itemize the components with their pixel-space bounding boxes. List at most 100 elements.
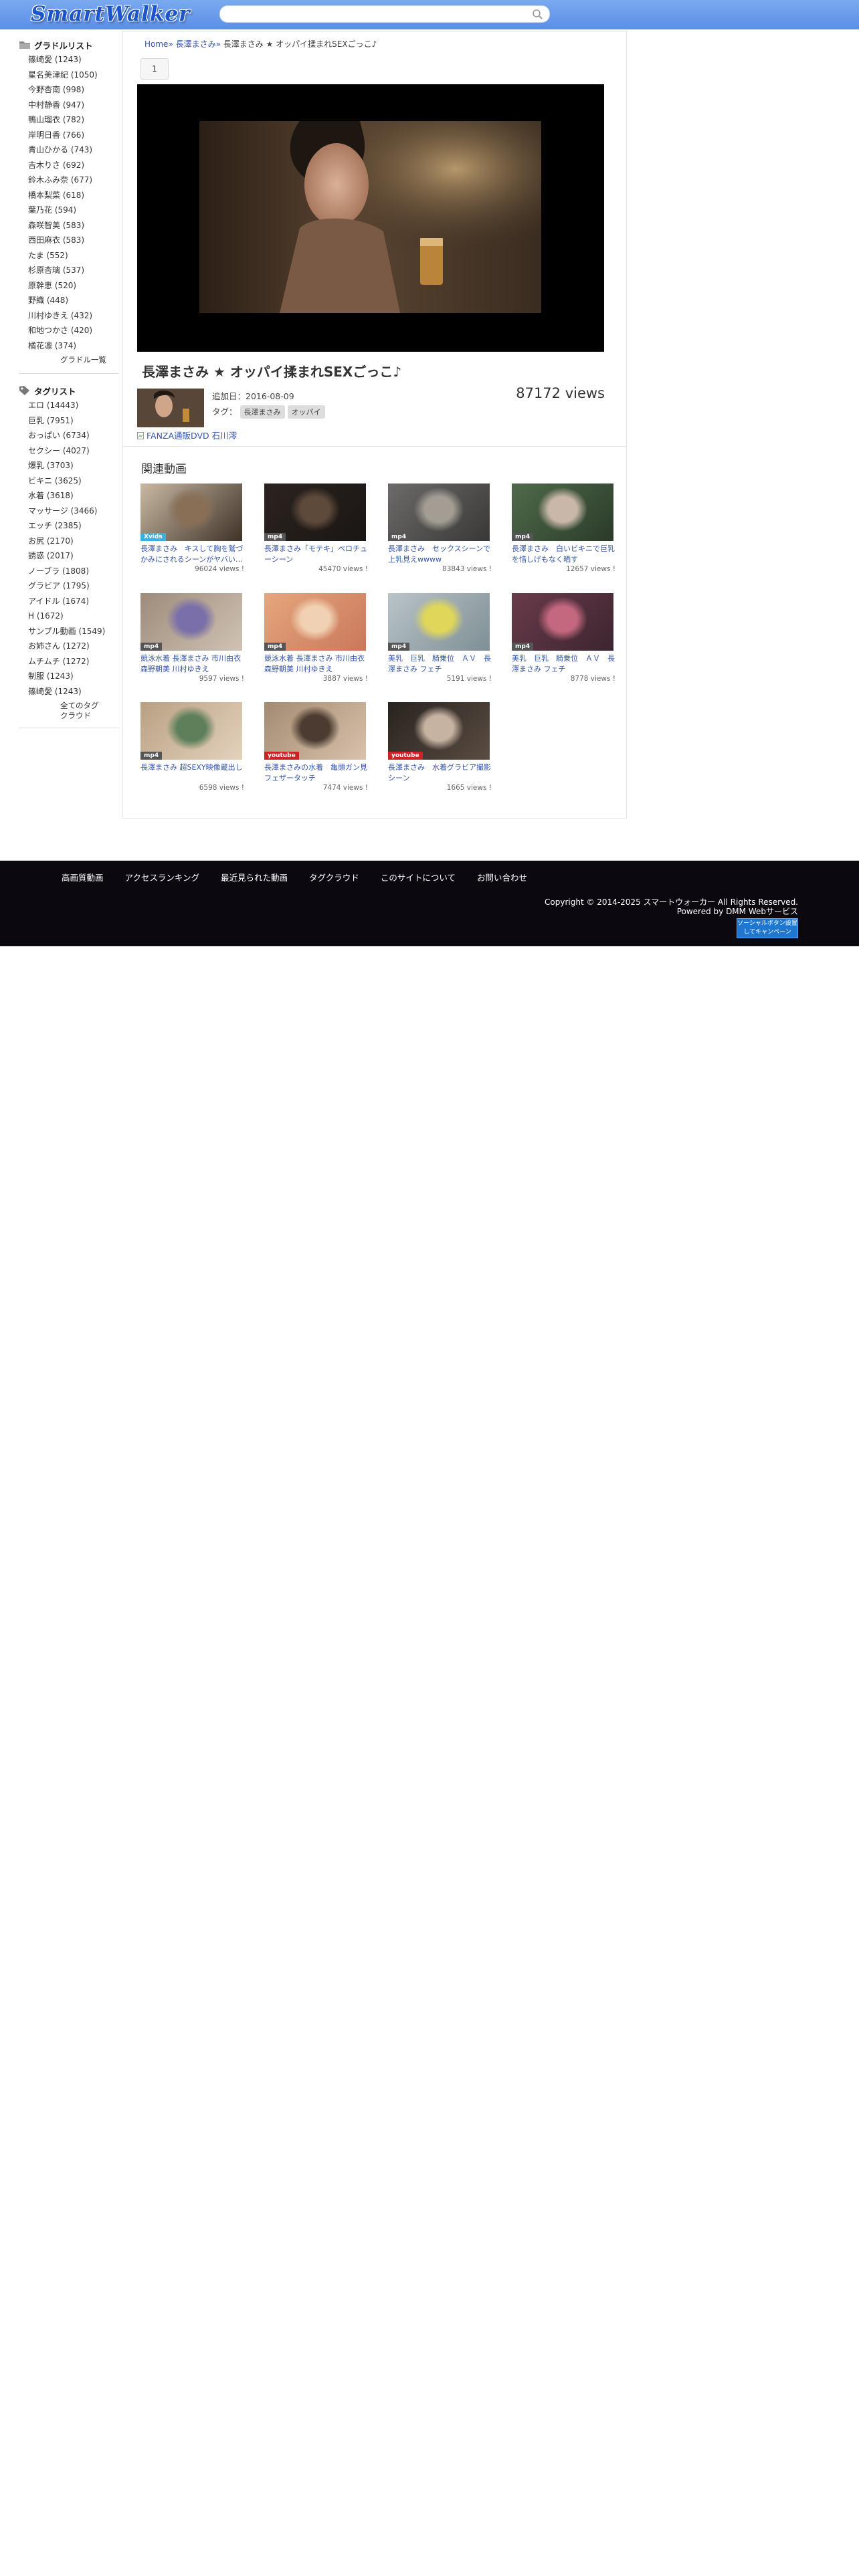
related-video-card[interactable]: youtube 長澤まさみ 水着グラビア撮影シーン 1665 views ! (388, 702, 492, 792)
gravure-list-item[interactable]: 原幹恵 (520) (28, 278, 119, 294)
related-video-thumbnail[interactable]: mp4 (264, 593, 366, 651)
tag-pill[interactable]: オッパイ (287, 405, 325, 419)
gravure-list-item[interactable]: 杉原杏璃 (537) (28, 263, 119, 278)
related-video-caption[interactable]: 長澤まさみ「モテキ」ベロチューシーン (264, 544, 368, 564)
site-footer: 高画質動画 アクセスランキング 最近見られた動画 タグクラウド このサイトについて お問い… (0, 861, 859, 946)
tag-list-item[interactable]: お尻 (2170) (28, 534, 119, 549)
footer-nav-link[interactable]: タグクラウド (309, 873, 359, 883)
tag-list-item[interactable]: マッサージ (3466) (28, 504, 119, 519)
video-player[interactable] (137, 84, 604, 352)
related-video-caption[interactable]: 長澤まさみ 水着グラビア撮影シーン (388, 762, 492, 783)
gravure-list-item[interactable]: 葉乃花 (594) (28, 203, 119, 218)
related-video-thumbnail[interactable]: mp4 (512, 484, 613, 541)
gravure-list-item[interactable]: 和地つかさ (420) (28, 323, 119, 338)
ad-banner-link[interactable]: FANZA通販DVD 石川澪 (137, 429, 237, 441)
footer-nav-link[interactable]: アクセスランキング (125, 873, 200, 883)
related-video-thumbnail[interactable]: youtube (264, 702, 366, 760)
related-video-views: 5191 views ! (446, 675, 492, 683)
search-button[interactable] (531, 7, 545, 21)
tag-list-item[interactable]: ビキニ (3625) (28, 473, 119, 489)
related-video-card[interactable]: mp4 長澤まさみ 超SEXY映像蔵出し 6598 views ! (140, 702, 244, 792)
related-video-thumbnail[interactable]: mp4 (512, 593, 613, 651)
gravure-list-item[interactable]: 篠崎愛 (1243) (28, 52, 119, 68)
gravure-list-item[interactable]: 橘花凛 (374) (28, 338, 119, 354)
gravure-list-item[interactable]: 森咲智美 (583) (28, 218, 119, 233)
tag-list-item[interactable]: ムチムチ (1272) (28, 654, 119, 669)
gravure-list-item[interactable]: 星名美津紀 (1050) (28, 68, 119, 83)
related-video-thumbnail[interactable]: Xvids (140, 484, 242, 541)
related-video-thumbnail[interactable]: mp4 (140, 593, 242, 651)
gravure-list-item[interactable]: 橋本梨菜 (618) (28, 188, 119, 203)
related-video-caption[interactable]: 長澤まさみ セックスシーンで上乳見えwwww (388, 544, 492, 564)
related-video-caption[interactable]: 競泳水着 長澤まさみ 市川由衣 森野朝美 川村ゆきえ (264, 653, 368, 674)
related-video-caption[interactable]: 長澤まさみ 超SEXY映像蔵出し (140, 762, 244, 783)
tag-list-item[interactable]: サンプル動画 (1549) (28, 624, 119, 639)
search-input[interactable] (228, 7, 525, 22)
related-video-card[interactable]: mp4 長澤まさみ「モテキ」ベロチューシーン 45470 views ! (264, 484, 368, 573)
gravure-list-item[interactable]: 青山ひかる (743) (28, 142, 119, 158)
gravure-list-item[interactable]: 鴨山瑠衣 (782) (28, 112, 119, 128)
site-logo[interactable]: SmartWalker (31, 2, 190, 26)
all-tags-link[interactable]: 全てのタグクラウド (19, 701, 102, 721)
related-video-thumbnail[interactable]: mp4 (388, 484, 490, 541)
related-video-caption[interactable]: 美乳 巨乳 騎乗位 ＡＶ 長澤まさみ フェチ (512, 653, 615, 674)
breadcrumb-home[interactable]: Home» (145, 39, 173, 49)
tag-list-item[interactable]: おっぱい (6734) (28, 428, 119, 443)
related-video-thumbnail[interactable]: mp4 (264, 484, 366, 541)
gravure-list-item[interactable]: 吉木りさ (692) (28, 158, 119, 173)
gravure-list-item[interactable]: たま (552) (28, 248, 119, 263)
related-video-thumbnail[interactable]: mp4 (388, 593, 490, 651)
tag-list-item[interactable]: ノーブラ (1808) (28, 564, 119, 579)
powered-by-text[interactable]: Powered by DMM Webサービス (545, 907, 798, 916)
tag-list-item[interactable]: 篠崎愛 (1243) (28, 684, 119, 700)
gravure-list-item[interactable]: 川村ゆきえ (432) (28, 308, 119, 324)
video-thumbnail[interactable] (137, 389, 204, 427)
related-video-card[interactable]: mp4 競泳水着 長澤まさみ 市川由衣 森野朝美 川村ゆきえ 3887 views … (264, 593, 368, 683)
footer-nav-link[interactable]: 最近見られた動画 (221, 873, 288, 883)
video-frame[interactable] (199, 121, 541, 313)
tag-list-item[interactable]: グラビア (1795) (28, 578, 119, 594)
related-video-card[interactable]: mp4 競泳水着 長澤まさみ 市川由衣 森野朝美 川村ゆきえ 9597 views … (140, 593, 244, 683)
related-video-card[interactable]: youtube 長澤まさみの水着 亀頭ガン見フェザータッチ 7474 views ! (264, 702, 368, 792)
tag-list-item[interactable]: H (1672) (28, 609, 119, 624)
related-video-caption[interactable]: 長澤まさみ 白いビキニで巨乳を惜しげもなく晒す (512, 544, 615, 564)
footer-nav-link[interactable]: お問い合わせ (477, 873, 527, 883)
tag-list-item[interactable]: 制服 (1243) (28, 669, 119, 684)
related-video-caption[interactable]: 長澤まさみの水着 亀頭ガン見フェザータッチ (264, 762, 368, 783)
tag-list-item[interactable]: エロ (14443) (28, 398, 119, 413)
breadcrumb-actress[interactable]: 長澤まさみ» (176, 39, 221, 49)
gravure-list-item[interactable]: 岸明日香 (766) (28, 128, 119, 143)
tag-list-item[interactable]: エッチ (2385) (28, 518, 119, 534)
gravure-list-item[interactable]: 中村静香 (947) (28, 98, 119, 113)
tag-list-item[interactable]: 水着 (3618) (28, 488, 119, 504)
tag-list-item[interactable]: 爆乳 (3703) (28, 458, 119, 473)
tag-list-item[interactable]: 誘惑 (2017) (28, 548, 119, 564)
related-video-card[interactable]: mp4 美乳 巨乳 騎乗位 ＡＶ 長澤まさみ フェチ 8778 views ! (512, 593, 615, 683)
related-video-thumbnail[interactable]: youtube (388, 702, 490, 760)
related-video-card[interactable]: mp4 長澤まさみ セックスシーンで上乳見えwwww 83843 views ! (388, 484, 492, 573)
tag-list-item[interactable]: アイドル (1674) (28, 594, 119, 609)
related-video-thumbnail[interactable]: mp4 (140, 702, 242, 760)
related-video-caption[interactable]: 美乳 巨乳 騎乗位 ＡＶ 長澤まさみ フェチ (388, 653, 492, 674)
dmm-campaign-badge[interactable]: ソーシャルボタン設置 してキャンペーン (737, 918, 798, 938)
related-video-caption[interactable]: 長澤まさみ キスして胸を鷲づかみにされるシーンがヤバい… (140, 544, 244, 564)
tag-pill[interactable]: 長澤まさみ (240, 405, 285, 419)
related-video-card[interactable]: mp4 長澤まさみ 白いビキニで巨乳を惜しげもなく晒す 12657 views ! (512, 484, 615, 573)
tag-list-item[interactable]: 巨乳 (7951) (28, 413, 119, 429)
gravure-more-link[interactable]: グラドル一覧 (19, 355, 119, 365)
related-video-card[interactable]: mp4 美乳 巨乳 騎乗位 ＡＶ 長澤まさみ フェチ 5191 views ! (388, 593, 492, 683)
gravure-list-item[interactable]: 鈴木ふみ奈 (677) (28, 173, 119, 188)
gravure-list-item[interactable]: 今野杏南 (998) (28, 82, 119, 98)
tag-list-item[interactable]: お姉さん (1272) (28, 639, 119, 654)
related-video-card[interactable]: Xvids 長澤まさみ キスして胸を鷲づかみにされるシーンがヤバい… 96024 v… (140, 484, 244, 573)
page-1-button[interactable]: 1 (140, 58, 169, 80)
search-box[interactable] (219, 5, 550, 23)
badge-line-1: ソーシャルボタン設置 (737, 920, 797, 927)
tag-list-item[interactable]: セクシー (4027) (28, 443, 119, 459)
related-video-caption[interactable]: 競泳水着 長澤まさみ 市川由衣 森野朝美 川村ゆきえ (140, 653, 244, 674)
footer-nav-link[interactable]: 高画質動画 (62, 873, 104, 883)
gravure-list-item[interactable]: 野織 (448) (28, 293, 119, 308)
footer-nav-link[interactable]: このサイトについて (381, 873, 456, 883)
related-videos-title: 関連動画 (141, 463, 187, 476)
gravure-list-item[interactable]: 西田麻衣 (583) (28, 233, 119, 248)
